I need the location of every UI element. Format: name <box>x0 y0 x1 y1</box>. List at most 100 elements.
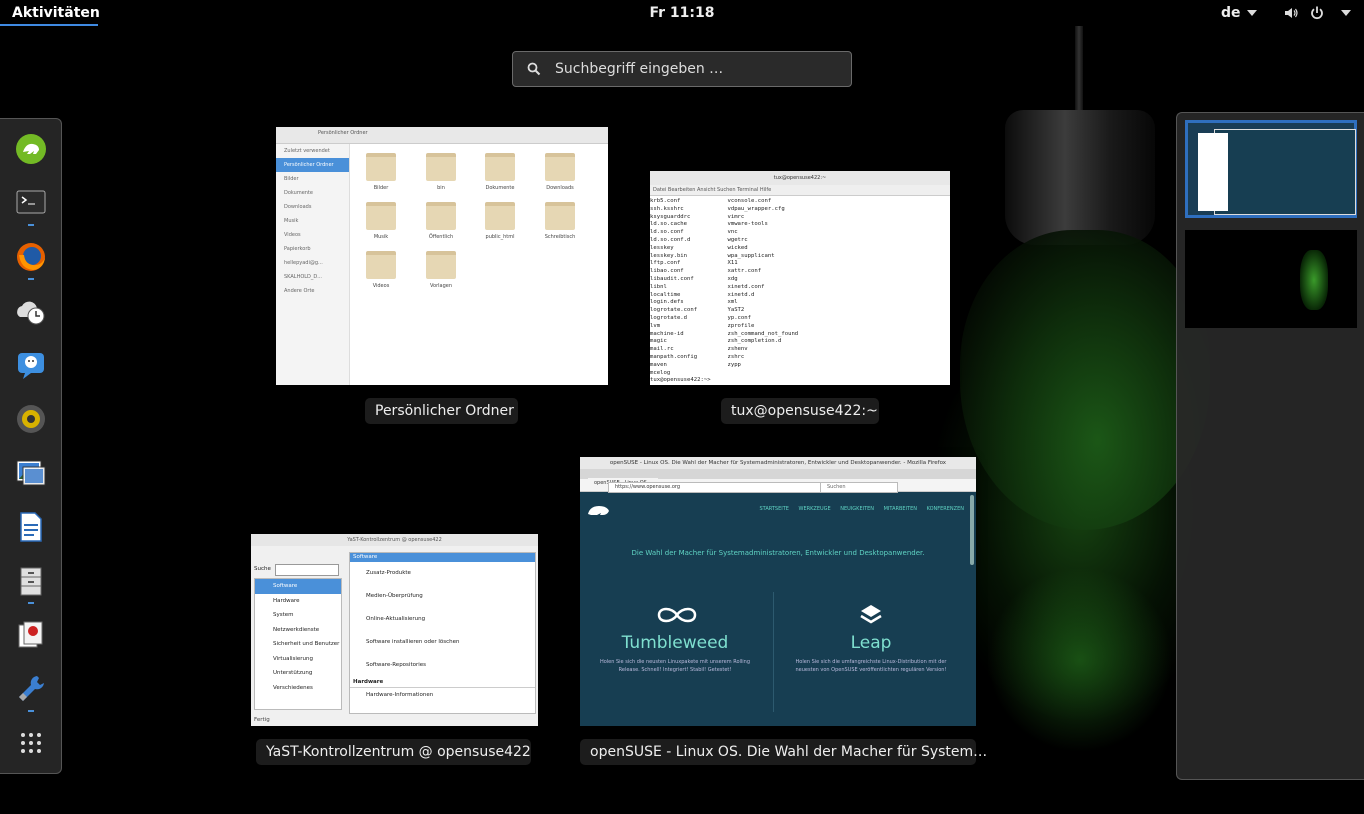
folder-icon <box>426 153 456 181</box>
folder-icon <box>426 251 456 279</box>
dash-item-archive[interactable] <box>15 565 47 604</box>
leap-layers-icon <box>860 605 882 624</box>
folder-label: Videos <box>372 283 390 289</box>
search-box[interactable] <box>512 51 852 87</box>
sidebar-item: Zuletzt verwendet <box>284 148 330 154</box>
files-window-preview[interactable]: Persönlicher Ordner Zuletzt verwendet Pe… <box>276 127 608 385</box>
terminal-menubar: Datei Bearbeiten Ansicht Suchen Terminal… <box>650 185 950 196</box>
folder-item: Musik <box>356 202 406 240</box>
firefox-titlebar: openSUSE - Linux OS. Die Wahl der Macher… <box>580 457 976 469</box>
folder-icon <box>545 202 575 230</box>
folder-item: Dokumente <box>475 153 525 191</box>
terminal-titlebar: tux@opensuse422:~ <box>650 171 950 185</box>
folder-icon <box>485 202 515 230</box>
module-item: Hardware-Informationen <box>366 692 434 698</box>
volume-icon <box>1285 8 1298 18</box>
wrench-settings-icon <box>19 676 44 701</box>
system-menu[interactable] <box>1283 4 1351 22</box>
running-indicator <box>28 224 34 226</box>
yast-window-preview[interactable]: YaST-Kontrollzentrum @ opensuse422 Suche… <box>251 534 538 726</box>
category-item: Netzwerkdienste <box>273 626 320 633</box>
site-navigation: STARTSEITE WERKZEUGE NEUIGKEITEN MITARBE… <box>759 506 965 512</box>
folder-label: Downloads <box>546 185 574 191</box>
window-caption-yast[interactable]: YaST-Kontrollzentrum @ opensuse422 <box>256 739 531 765</box>
dash-item-documents[interactable] <box>15 619 47 651</box>
folder-icon <box>545 153 575 181</box>
app-grid-icon <box>21 733 41 753</box>
dash-item-audio[interactable] <box>15 403 47 435</box>
search-label: Suche <box>254 566 271 572</box>
folder-label: Schreibtisch <box>544 234 576 240</box>
running-indicator <box>28 602 34 604</box>
workspace-1-thumbnail[interactable] <box>1185 120 1357 218</box>
status-text: Fertig <box>254 717 270 723</box>
category-item: Unterstützung <box>273 670 313 676</box>
top-bar: Aktivitäten Fr 11:18 de <box>0 0 1364 26</box>
dash-item-yast[interactable] <box>15 133 47 165</box>
module-item: Online-Aktualisierung <box>366 616 426 622</box>
bulb-socket <box>1005 110 1155 245</box>
folder-item: bin <box>416 153 466 191</box>
clock-backup-icon <box>17 301 45 325</box>
folder-icon <box>426 202 456 230</box>
folder-item: Öffentlich <box>416 202 466 240</box>
sidebar-item: SKALHOLD_D... <box>284 274 323 280</box>
dash-item-images[interactable] <box>15 457 47 489</box>
sidebar-item: Andere Orte <box>284 288 315 294</box>
folder-label: Dokumente <box>485 185 515 191</box>
sidebar-item: Papierkorb <box>284 246 311 252</box>
url-bar: https://www.opensuse.org <box>608 482 821 493</box>
sidebar-item: Persönlicher Ordner <box>276 158 349 172</box>
site-tagline: Die Wahl der Macher für Systemadministra… <box>631 549 925 557</box>
sidebar-item: Videos <box>284 232 301 238</box>
sidebar-item: Musik <box>284 218 299 224</box>
category-item: Virtualisierung <box>273 655 314 662</box>
language-menu[interactable]: de <box>1221 0 1257 26</box>
show-applications-button[interactable] <box>15 727 47 759</box>
category-item: Verschiedenes <box>273 684 313 691</box>
tumbleweed-heading: Tumbleweed <box>621 633 729 653</box>
folder-label: Vorlagen <box>429 283 453 289</box>
module-item: Software-Repositories <box>366 662 426 668</box>
search-input[interactable] <box>553 60 837 78</box>
workspace-2-thumbnail[interactable] <box>1185 230 1357 328</box>
module-item: Software installieren oder löschen <box>366 639 460 645</box>
opensuse-logo-icon <box>588 506 609 515</box>
tumbleweed-text: Holen Sie sich die neusten Linuxpakete m… <box>599 659 751 673</box>
dash-item-backup[interactable] <box>15 295 47 327</box>
dash-item-writer[interactable] <box>15 511 47 543</box>
bulb-thumbnail <box>1300 250 1328 310</box>
folder-item: Bilder <box>356 153 406 191</box>
files-sidebar: Zuletzt verwendet Persönlicher Ordner Bi… <box>276 144 350 385</box>
workspace-window-preview <box>1198 133 1228 211</box>
yast-chameleon-icon <box>16 134 46 164</box>
firefox-window-preview[interactable]: openSUSE - Linux OS. Die Wahl der Macher… <box>580 457 976 726</box>
dash-item-settings[interactable] <box>15 673 47 712</box>
folder-label: public_html <box>485 234 515 240</box>
category-item: Software <box>255 579 341 594</box>
dash-item-firefox[interactable] <box>15 241 47 280</box>
folder-item: Schreibtisch <box>535 202 585 240</box>
firefox-icon <box>17 243 45 271</box>
window-caption-terminal[interactable]: tux@opensuse422:~ <box>721 398 879 424</box>
power-icon <box>1311 6 1323 20</box>
running-indicator <box>28 710 34 712</box>
files-headerbar: Persönlicher Ordner <box>276 127 608 144</box>
window-caption-firefox[interactable]: openSUSE - Linux OS. Die Wahl der Macher… <box>580 739 987 765</box>
clock[interactable]: Fr 11:18 <box>0 0 1364 26</box>
yast-titlebar: YaST-Kontrollzentrum @ opensuse422 <box>251 534 538 546</box>
divider <box>773 592 774 712</box>
window-caption-files[interactable]: Persönlicher Ordner <box>365 398 518 424</box>
terminal-window-preview[interactable]: tux@opensuse422:~ Datei Bearbeiten Ansic… <box>650 171 950 385</box>
dash-item-chat[interactable] <box>15 349 47 381</box>
folder-label: bin <box>437 185 445 191</box>
chat-icon <box>18 353 44 379</box>
documents-icon <box>18 621 43 648</box>
dash-item-terminal[interactable] <box>15 187 47 226</box>
category-item: Hardware <box>273 597 300 604</box>
module-item: Medien-Überprüfung <box>366 593 423 599</box>
folder-item: Vorlagen <box>416 251 466 289</box>
folder-icon <box>366 251 396 279</box>
folder-icon <box>485 153 515 181</box>
leap-heading: Leap <box>850 633 892 653</box>
